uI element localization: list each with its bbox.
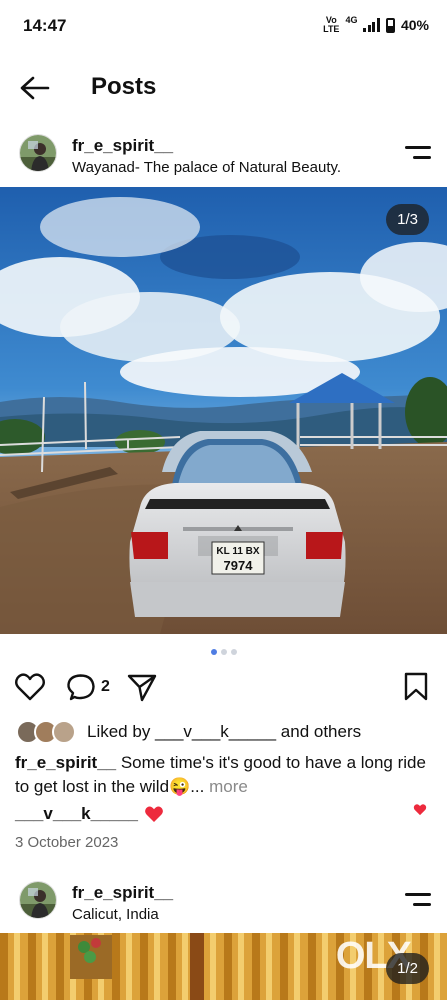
signal-icon xyxy=(363,18,380,32)
status-icons: Vo LTE 4G 40% xyxy=(323,15,429,34)
battery-icon xyxy=(385,17,395,33)
photo-counter: 1/2 xyxy=(386,953,429,984)
liked-by-prefix: Liked by xyxy=(87,722,156,741)
carousel-dot xyxy=(210,649,217,655)
caption-more-link[interactable]: more xyxy=(204,777,248,796)
send-icon xyxy=(127,674,157,702)
network-type: 4G xyxy=(345,15,358,25)
like-button[interactable] xyxy=(14,672,46,707)
back-button[interactable] xyxy=(18,74,52,102)
arrow-left-icon xyxy=(20,76,50,100)
comment-count: 2 xyxy=(101,678,110,695)
post-date: 3 October 2023 xyxy=(15,834,119,851)
status-bar: 14:47 Vo LTE 4G 40% xyxy=(0,0,447,52)
post-username[interactable]: fr_e_spirit__ xyxy=(72,136,173,156)
post-location[interactable]: Wayanad- The palace of Natural Beauty. xyxy=(72,159,341,176)
liked-by-suffix: and others xyxy=(276,722,362,741)
carousel-dot xyxy=(230,649,237,655)
post-header: fr_e_spirit__ Wayanad- The palace of Nat… xyxy=(0,134,447,194)
post-username[interactable]: fr_e_spirit__ xyxy=(72,883,173,903)
volte-icon: Vo LTE xyxy=(323,16,339,34)
liked-by-text: Liked by ___v___k_____ and others xyxy=(87,722,361,742)
top-app-bar: Posts xyxy=(0,60,447,116)
red-heart-icon xyxy=(145,806,163,822)
liked-by-user[interactable]: ___v___k_____ xyxy=(155,722,276,741)
post-photo[interactable]: OLX 1/2 xyxy=(0,933,447,1000)
volte-bottom-text: LTE xyxy=(323,24,340,34)
menu-icon-line xyxy=(405,893,431,896)
avatar[interactable] xyxy=(19,881,57,919)
post-menu-button[interactable] xyxy=(405,142,433,164)
post-caption: fr_e_spirit__ Some time's it's good to h… xyxy=(15,751,430,799)
carousel-dots xyxy=(0,649,447,655)
menu-icon-line xyxy=(405,146,431,149)
comment-button[interactable] xyxy=(65,673,97,708)
post-menu-button[interactable] xyxy=(405,889,433,911)
plate-bottom-text: 7974 xyxy=(224,558,254,573)
comment-row: ___v___k_____ xyxy=(15,804,164,824)
bookmark-icon xyxy=(404,672,428,701)
clock: 14:47 xyxy=(23,16,67,35)
avatar-image xyxy=(20,882,56,918)
post-photo[interactable]: KL 11 BX 7974 1/3 xyxy=(0,187,447,634)
avatar[interactable] xyxy=(19,134,57,172)
menu-icon-line xyxy=(413,156,431,159)
photo-counter: 1/3 xyxy=(386,204,429,235)
caption-username[interactable]: fr_e_spirit__ xyxy=(15,753,116,772)
liker-avatars xyxy=(16,720,80,744)
comment-icon xyxy=(67,674,95,701)
plate-top-text: KL 11 BX xyxy=(216,546,259,557)
avatar-image xyxy=(20,135,56,171)
comment-like-icon[interactable] xyxy=(413,803,427,816)
page-title: Posts xyxy=(91,73,157,100)
post-location[interactable]: Calicut, India xyxy=(72,906,159,923)
car-landscape-image: KL 11 BX 7974 xyxy=(0,187,447,634)
save-button[interactable] xyxy=(403,672,429,707)
post-header: fr_e_spirit__ Calicut, India xyxy=(0,881,447,941)
comment-username[interactable]: ___v___k_____ xyxy=(15,804,138,824)
carousel-dot xyxy=(220,649,227,655)
share-button[interactable] xyxy=(127,673,157,708)
heart-icon xyxy=(15,673,45,701)
menu-icon-line xyxy=(413,903,431,906)
post-actions: 2 xyxy=(0,670,447,706)
liker-avatar xyxy=(52,720,76,744)
battery-level: 40% xyxy=(400,17,429,33)
